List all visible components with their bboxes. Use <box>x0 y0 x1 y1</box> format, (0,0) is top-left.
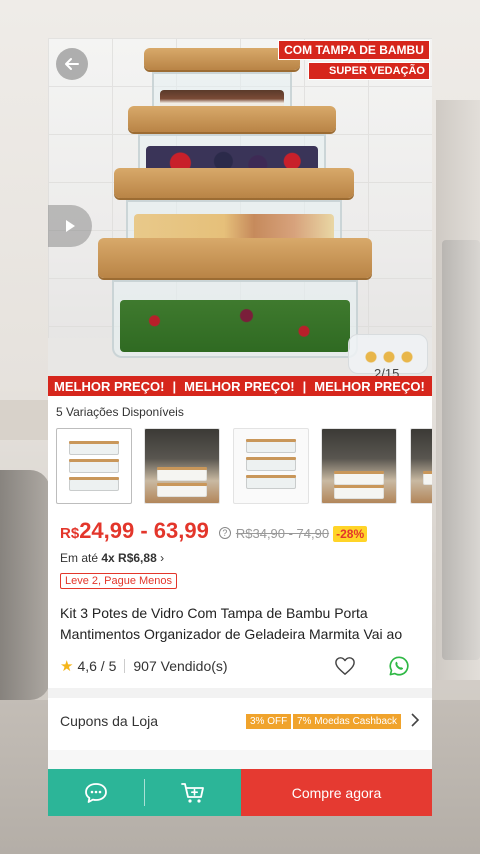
store-coupons-row[interactable]: Cupons da Loja 3% OFF 7% Moedas Cashback <box>48 698 432 744</box>
chevron-right-icon: › <box>156 551 165 565</box>
buy-now-button[interactable]: Compre agora <box>241 769 432 816</box>
strip-text: MELHOR PREÇO! <box>54 378 165 394</box>
coupons-label: Cupons da Loja <box>60 713 159 729</box>
discount-badge: -28% <box>333 526 368 542</box>
heart-icon <box>335 657 355 675</box>
favorite-button[interactable] <box>334 655 356 677</box>
chat-button[interactable] <box>48 769 144 816</box>
variation-thumb[interactable] <box>321 428 398 504</box>
play-icon <box>66 220 75 232</box>
price-range: R$24,99 - 63,99 <box>60 518 209 544</box>
promo-badge: COM TAMPA DE BAMBU SUPER VEDAÇÃO <box>278 40 430 80</box>
strip-text: MELHOR PREÇO! <box>184 378 295 394</box>
whatsapp-share-button[interactable] <box>388 655 410 677</box>
strip-separator: | <box>172 378 177 394</box>
action-divider <box>144 769 145 816</box>
variation-thumbnails <box>56 428 432 506</box>
price-row: R$24,99 - 63,99 ? R$34,90 - 74,90 -28% <box>60 518 368 544</box>
coupon-tag: 3% OFF <box>246 714 292 729</box>
currency-symbol: R$ <box>60 525 80 542</box>
strip-text: MELHOR PREÇO! <box>314 378 425 394</box>
rating-score: 4,6 / 5 <box>77 658 117 674</box>
product-title: Kit 3 Potes de Vidro Com Tampa de Bambu … <box>60 605 403 642</box>
installments-value: 4x R$6,88 <box>101 551 157 565</box>
promo-tag[interactable]: Leve 2, Pague Menos <box>60 573 178 589</box>
cashback-tag: 7% Moedas Cashback <box>293 714 402 729</box>
variation-thumb[interactable] <box>144 428 221 504</box>
best-price-strip: MELHOR PREÇO! | MELHOR PREÇO! | MELHOR P… <box>48 376 432 396</box>
play-video-button[interactable] <box>48 205 92 247</box>
installments-prefix: Em até <box>60 551 102 565</box>
badge-line-2: SUPER VEDAÇÃO <box>308 62 430 80</box>
add-to-cart-button[interactable] <box>145 769 241 816</box>
product-card: COM TAMPA DE BAMBU SUPER VEDAÇÃO 2/15 ME… <box>48 38 432 816</box>
variation-thumb[interactable] <box>232 428 309 504</box>
divider <box>124 659 126 673</box>
product-image[interactable]: COM TAMPA DE BAMBU SUPER VEDAÇÃO 2/15 ME… <box>48 38 432 396</box>
badge-line-1: COM TAMPA DE BAMBU <box>278 40 430 60</box>
bottom-action-bar: Compre agora <box>48 769 432 816</box>
price-range-value: 24,99 - 63,99 <box>79 518 209 543</box>
chevron-right-icon <box>411 713 420 727</box>
variation-thumb[interactable] <box>409 428 432 504</box>
help-icon[interactable]: ? <box>218 527 231 539</box>
variation-thumb[interactable] <box>56 428 132 504</box>
add-to-cart-icon <box>181 782 204 803</box>
back-arrow-icon <box>65 58 79 70</box>
star-icon: ★ <box>60 658 74 675</box>
section-divider <box>48 688 432 698</box>
back-button[interactable] <box>56 48 88 80</box>
section-divider <box>48 750 432 770</box>
strip-separator: | <box>302 378 307 394</box>
chat-icon <box>85 782 107 803</box>
original-price: R$34,90 - 74,90 <box>235 526 330 541</box>
rating-row: ★ 4,6 / 5 907 Vendido(s) <box>60 655 420 677</box>
variations-label: 5 Variações Disponíveis <box>56 405 184 419</box>
sold-count: 907 Vendido(s) <box>133 658 228 674</box>
whatsapp-icon <box>389 656 409 676</box>
installments-link[interactable]: Em até 4x R$6,88 › <box>60 551 164 565</box>
